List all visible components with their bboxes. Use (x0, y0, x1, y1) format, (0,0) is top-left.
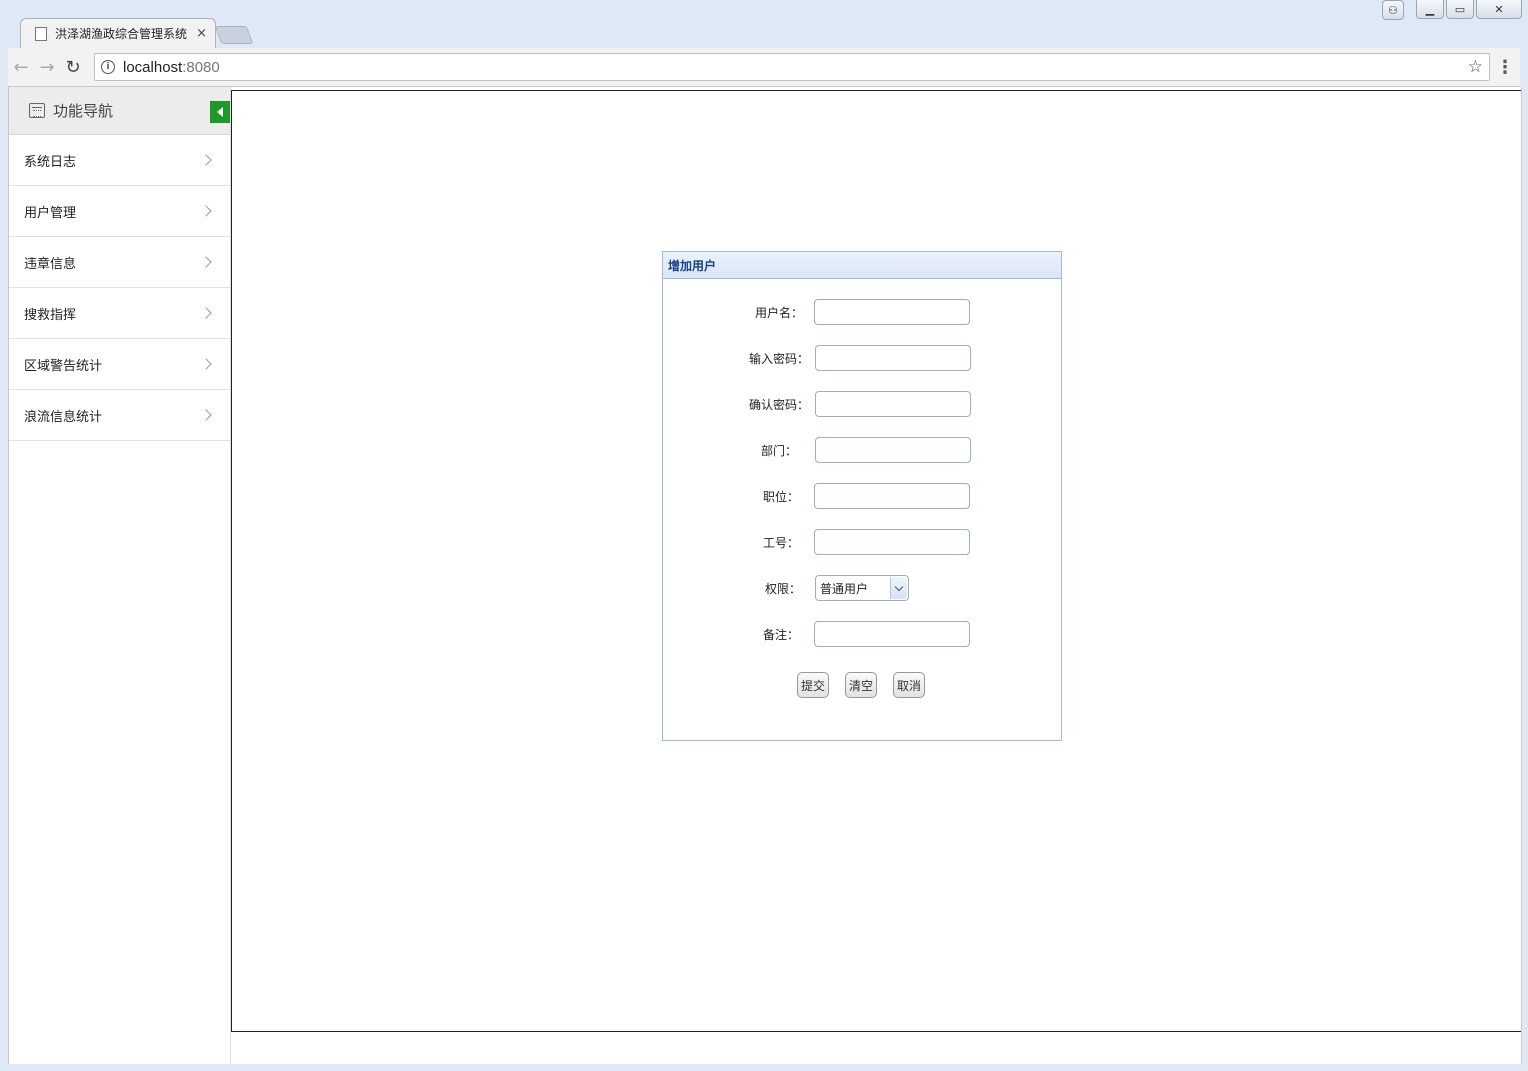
sidebar-title: 功能导航 (53, 102, 114, 120)
info-icon[interactable]: i (101, 60, 115, 74)
content-frame: 增加用户 用户名： 输入密码： 确认密码： 部门： 职位： 工号： 权限： 普通… (231, 90, 1521, 1032)
add-user-dialog: 增加用户 用户名： 输入密码： 确认密码： 部门： 职位： 工号： 权限： 普通… (662, 251, 1062, 741)
chevron-right-icon (200, 307, 212, 319)
form-row-employee-id: 工号： (663, 529, 1061, 555)
department-input[interactable] (815, 437, 971, 463)
browser-tab[interactable]: 洪泽湖渔政综合管理系统 × (20, 18, 216, 48)
submit-button[interactable]: 提交 (797, 672, 829, 698)
sidebar-item-wave-current-stats[interactable]: 浪流信息统计 (9, 390, 230, 441)
remarks-label: 备注： (762, 628, 799, 642)
window-bottom-border (8, 1064, 1520, 1071)
url-host: localhost (123, 58, 183, 76)
chevron-down-icon[interactable] (890, 577, 907, 599)
page-viewport: 功能导航 系统日志 用户管理 违章信息 搜救指挥 区域警告统计 浪流信息统计 增… (8, 87, 1522, 1064)
sidebar-item-violations[interactable]: 违章信息 (9, 237, 230, 288)
collapse-sidebar-button[interactable] (210, 101, 230, 123)
form-row-remarks: 备注： (663, 621, 1061, 647)
clear-button[interactable]: 清空 (845, 672, 877, 698)
back-icon[interactable]: ← (8, 54, 34, 80)
page-icon (35, 26, 47, 41)
position-label: 职位： (762, 490, 799, 504)
sidebar-item-system-log[interactable]: 系统日志 (9, 135, 230, 186)
dialog-title: 增加用户 (663, 252, 1061, 279)
permission-selected-value: 普通用户 (820, 581, 869, 596)
sidebar-item-label: 系统日志 (24, 154, 77, 170)
permission-label: 权限： (764, 582, 801, 596)
tab-close-icon[interactable]: × (196, 26, 207, 41)
tab-strip: 洪泽湖渔政综合管理系统 × (8, 16, 1520, 48)
chevron-right-icon (200, 154, 212, 166)
department-label: 部门： (760, 444, 797, 458)
chevron-right-icon (200, 358, 212, 370)
chevron-right-icon (200, 409, 212, 421)
calendar-icon (29, 103, 45, 118)
bookmark-star-icon[interactable]: ☆ (1468, 57, 1483, 77)
sidebar-item-label: 搜救指挥 (24, 307, 77, 323)
sidebar-item-label: 用户管理 (24, 205, 77, 221)
form-row-position: 职位： (663, 483, 1061, 509)
remarks-input[interactable] (814, 621, 970, 647)
url-port: :8080 (182, 58, 220, 76)
username-label: 用户名： (754, 306, 803, 320)
confirm-password-label: 确认密码： (748, 398, 809, 412)
address-bar[interactable]: i localhost:8080 ☆ (94, 53, 1490, 81)
employee-id-label: 工号： (762, 536, 799, 550)
sidebar: 功能导航 系统日志 用户管理 违章信息 搜救指挥 区域警告统计 浪流信息统计 (9, 87, 231, 1064)
sidebar-item-label: 区域警告统计 (24, 358, 103, 374)
sidebar-item-user-management[interactable]: 用户管理 (9, 186, 230, 237)
username-input[interactable] (814, 299, 970, 325)
triangle-left-icon (217, 107, 223, 117)
new-tab-button[interactable] (214, 26, 254, 44)
chevron-right-icon (200, 256, 212, 268)
sidebar-header: 功能导航 (9, 87, 230, 135)
forward-icon[interactable]: → (34, 54, 60, 80)
tab-title: 洪泽湖渔政综合管理系统 (55, 27, 188, 41)
confirm-password-input[interactable] (815, 391, 971, 417)
permission-select[interactable]: 普通用户 (815, 575, 909, 601)
browser-toolbar: ← → ↻ i localhost:8080 ☆ ⋮ (8, 48, 1520, 87)
form-row-password: 输入密码： (663, 345, 1061, 371)
position-input[interactable] (814, 483, 970, 509)
dialog-button-row: 提交 清空 取消 (663, 672, 1061, 698)
form-row-username: 用户名： (663, 299, 1061, 325)
sidebar-item-area-warning-stats[interactable]: 区域警告统计 (9, 339, 230, 390)
employee-id-input[interactable] (814, 529, 970, 555)
sidebar-item-label: 浪流信息统计 (24, 409, 103, 425)
sidebar-item-label: 违章信息 (24, 256, 77, 272)
password-input[interactable] (815, 345, 971, 371)
sidebar-item-search-rescue[interactable]: 搜救指挥 (9, 288, 230, 339)
password-label: 输入密码： (748, 352, 809, 366)
form-row-permission: 权限： 普通用户 (663, 575, 1061, 601)
reload-icon[interactable]: ↻ (60, 54, 86, 80)
browser-menu-icon[interactable]: ⋮ (1490, 57, 1520, 78)
cancel-button[interactable]: 取消 (893, 672, 925, 698)
chevron-right-icon (200, 205, 212, 217)
form-row-confirm-password: 确认密码： (663, 391, 1061, 417)
form-row-department: 部门： (663, 437, 1061, 463)
